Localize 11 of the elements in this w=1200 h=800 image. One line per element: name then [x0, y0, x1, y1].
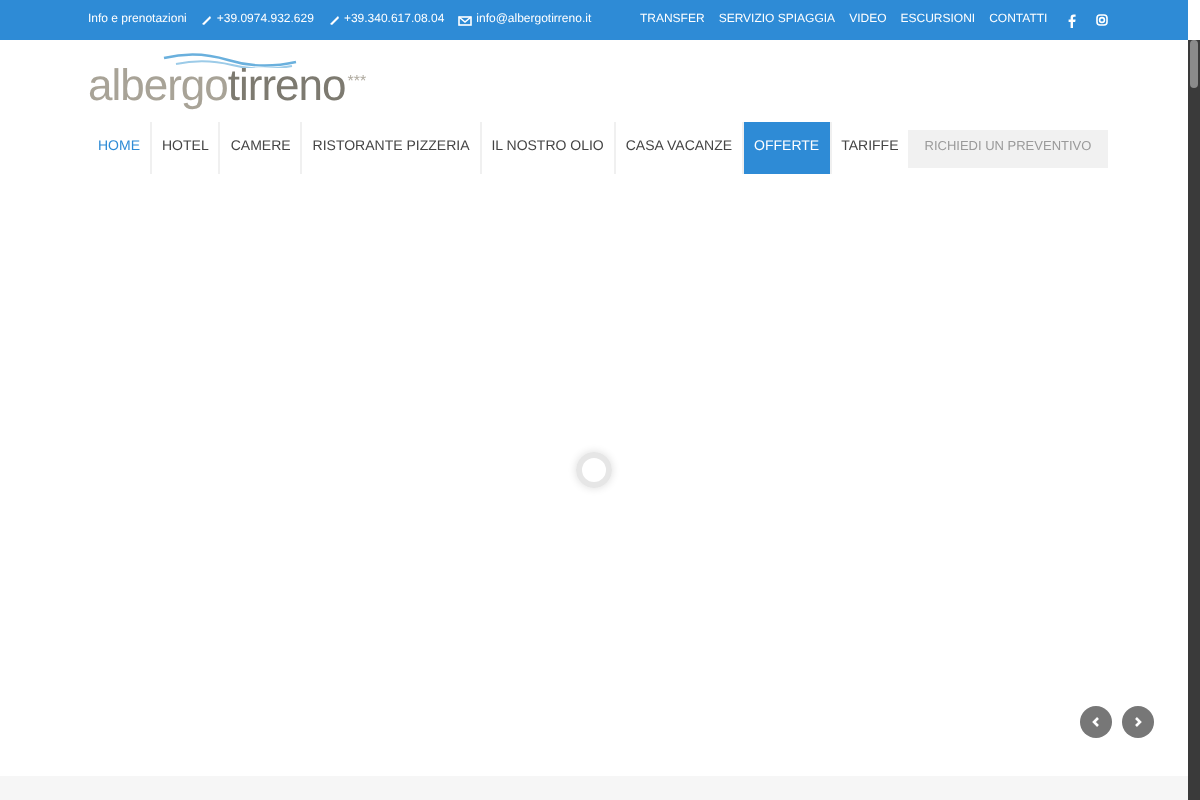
previous-button[interactable]: [1080, 706, 1112, 738]
loading-spinner: [576, 452, 612, 488]
chevron-left-icon: [1090, 716, 1102, 728]
chevron-right-icon: [1132, 716, 1144, 728]
facebook-icon[interactable]: [1067, 13, 1076, 27]
instagram-icon[interactable]: [1095, 14, 1108, 26]
scrollbar[interactable]: [1187, 40, 1200, 800]
next-button[interactable]: [1122, 706, 1154, 738]
mail-icon: [458, 15, 473, 25]
logo[interactable]: albergotirreno***: [88, 52, 367, 110]
wave-icon: [160, 52, 300, 68]
